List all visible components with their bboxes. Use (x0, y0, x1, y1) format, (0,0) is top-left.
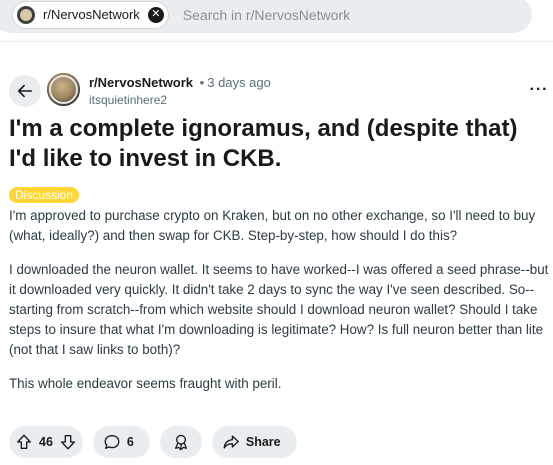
post-flair[interactable]: Discussion (9, 187, 80, 203)
post-paragraph: I'm approved to purchase crypto on Krake… (9, 208, 536, 243)
back-button[interactable] (9, 75, 41, 107)
author-link[interactable]: itsquietinhere2 (89, 92, 271, 108)
post-paragraph: I downloaded the neuron wallet. It seems… (9, 262, 549, 357)
post-time: 3 days ago (207, 75, 271, 90)
post-actions: 46 6 Share (9, 426, 297, 459)
share-icon (222, 433, 240, 451)
award-button[interactable] (159, 426, 202, 458)
subreddit-link[interactable]: r/NervosNetwork (89, 75, 193, 90)
share-label: Share (245, 435, 281, 449)
search-input[interactable]: Search in r/NervosNetwork (183, 7, 350, 23)
overflow-menu-button[interactable]: ··· (527, 80, 551, 100)
comment-count: 6 (126, 435, 134, 449)
arrow-left-icon (17, 84, 33, 98)
upvote-icon[interactable] (15, 433, 33, 451)
subreddit-avatar[interactable] (47, 73, 80, 106)
subreddit-search-chip[interactable]: r/NervosNetwork ✕ (12, 0, 169, 29)
close-icon[interactable]: ✕ (147, 6, 164, 23)
comments-button[interactable]: 6 (92, 426, 150, 458)
vote-count: 46 (39, 435, 53, 449)
subreddit-chip-label: r/NervosNetwork (43, 7, 140, 22)
comment-icon (103, 433, 121, 451)
vote-control: 46 (9, 426, 83, 458)
subreddit-chip-avatar (17, 5, 35, 24)
post-meta: r/NervosNetwork • 3 days ago itsquietinhe… (89, 75, 271, 108)
share-button[interactable]: Share (211, 426, 297, 458)
search-bar[interactable]: r/NervosNetwork ✕ Search in r/NervosNetw… (0, 0, 532, 33)
post-body: I'm approved to purchase crypto on Krake… (9, 206, 549, 408)
downvote-icon[interactable] (59, 433, 77, 451)
top-bar: r/NervosNetwork ✕ Search in r/NervosNetw… (0, 0, 553, 42)
post-paragraph: This whole endeavor seems fraught with p… (9, 376, 282, 391)
award-icon (172, 433, 190, 451)
post-title: I'm a complete ignoramus, and (despite t… (9, 115, 518, 172)
meta-separator: • (199, 75, 205, 90)
